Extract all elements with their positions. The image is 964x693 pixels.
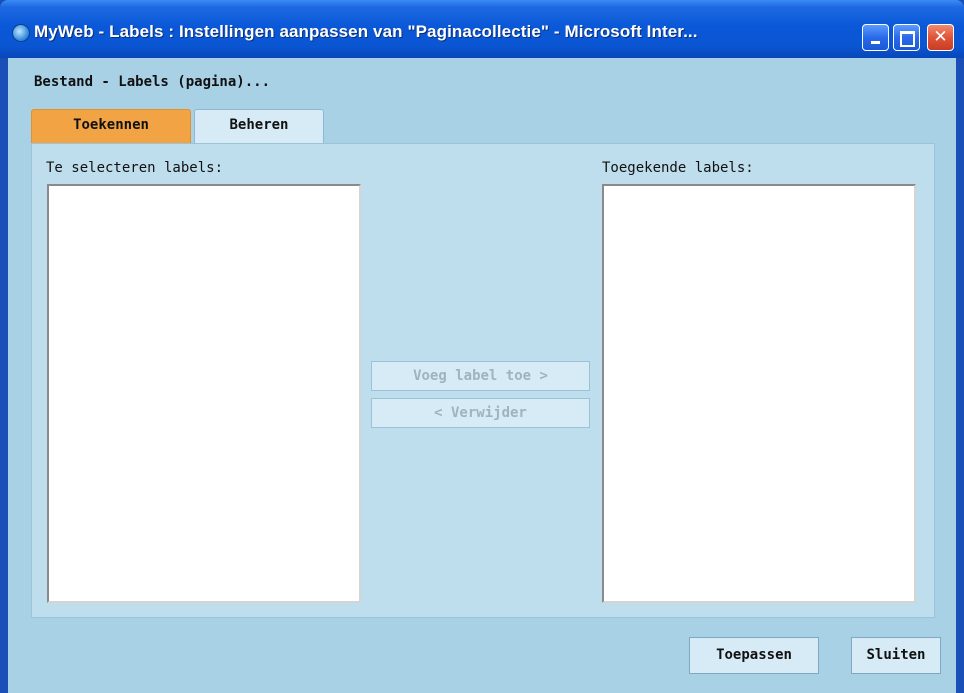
tab-beheren[interactable]: Beheren	[194, 109, 324, 143]
minimize-button[interactable]	[862, 24, 889, 51]
browser-window: MyWeb - Labels : Instellingen aanpassen …	[0, 0, 964, 693]
available-labels-list[interactable]	[47, 184, 361, 603]
maximize-button[interactable]	[893, 24, 920, 51]
dialog-content: Bestand - Labels (pagina)... Toekennen B…	[8, 58, 956, 693]
ie-icon	[12, 24, 30, 42]
assigned-labels-heading: Toegekende labels:	[602, 160, 754, 176]
available-labels-heading: Te selecteren labels:	[46, 160, 224, 176]
apply-button[interactable]: Toepassen	[689, 637, 819, 674]
window-title: MyWeb - Labels : Instellingen aanpassen …	[34, 22, 698, 41]
maximize-icon	[894, 25, 919, 50]
add-label-button[interactable]: Voeg label toe >	[371, 361, 590, 391]
minimize-icon	[863, 25, 888, 50]
remove-label-button[interactable]: < Verwijder	[371, 398, 590, 428]
tab-toekennen[interactable]: Toekennen	[31, 109, 191, 143]
close-window-button[interactable]: ✕	[927, 24, 954, 51]
assign-panel: Te selecteren labels: Toegekende labels:…	[31, 143, 935, 618]
title-bar[interactable]: MyWeb - Labels : Instellingen aanpassen …	[0, 0, 964, 58]
close-button[interactable]: Sluiten	[851, 637, 941, 674]
assigned-labels-list[interactable]	[602, 184, 916, 603]
breadcrumb: Bestand - Labels (pagina)...	[34, 74, 271, 90]
close-icon: ✕	[933, 27, 948, 47]
